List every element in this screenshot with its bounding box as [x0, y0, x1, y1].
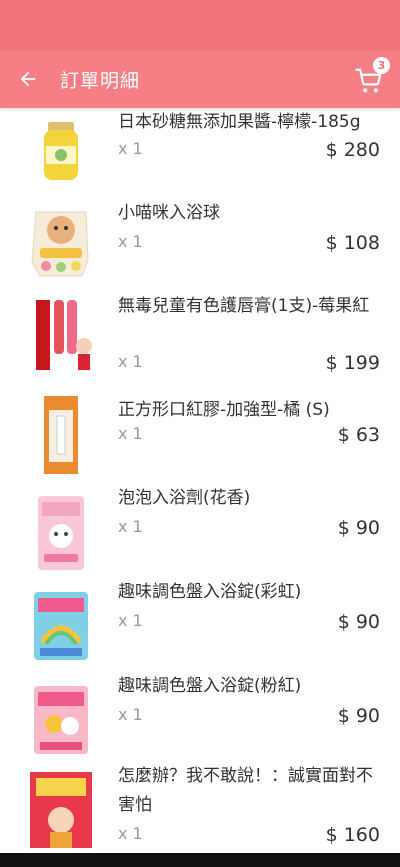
product-name: 怎麼辦？我不敢說！：誠實面對不害怕 — [118, 766, 373, 815]
product-thumbnail — [30, 772, 92, 848]
price: $ 280 — [325, 139, 380, 161]
app-bar: 訂單明細 3 — [0, 50, 400, 108]
list-item[interactable]: 怎麼辦？我不敢說！：誠實面對不害怕 x 1 $ 160 — [0, 766, 400, 867]
product-thumbnail — [34, 592, 88, 660]
cart-count-badge: 3 — [373, 57, 390, 74]
price: $ 63 — [337, 424, 380, 446]
page-title: 訂單明細 — [60, 69, 141, 92]
price: $ 90 — [337, 517, 380, 539]
cart-button[interactable]: 3 — [354, 57, 390, 98]
status-bar — [0, 0, 400, 50]
navigation-bar — [0, 853, 400, 867]
list-item[interactable]: 泡泡入浴劑(花香) x 1 $ 90 — [0, 488, 400, 586]
price: $ 108 — [325, 232, 380, 254]
list-item[interactable]: 趣味調色盤入浴錠(粉紅) x 1 $ 90 — [0, 676, 400, 774]
list-item[interactable]: 小喵咪入浴球 x 1 $ 108 — [0, 200, 400, 294]
product-name: 正方形口紅膠-加強型-橘 (S) — [118, 400, 330, 420]
price: $ 90 — [337, 705, 380, 727]
list-item[interactable]: 日本砂糖無添加果醬-檸檬-185g x 1 $ 280 — [0, 108, 400, 200]
product-thumbnail — [31, 211, 89, 277]
product-name: 日本砂糖無添加果醬-檸檬-185g — [118, 112, 361, 132]
quantity: x 1 — [118, 424, 143, 443]
product-thumbnail — [34, 686, 88, 754]
price: $ 160 — [325, 824, 380, 846]
list-item[interactable]: 無毒兒童有色護唇膏(1支)-莓果紅 x 1 $ 199 — [0, 294, 400, 398]
product-name: 小喵咪入浴球 — [118, 203, 220, 223]
product-name: 無毒兒童有色護唇膏(1支)-莓果紅 — [118, 296, 370, 316]
product-thumbnail — [36, 300, 92, 370]
quantity: x 1 — [118, 232, 143, 251]
product-thumbnail — [44, 396, 78, 474]
quantity: x 1 — [118, 611, 143, 630]
product-name: 趣味調色盤入浴錠(彩虹) — [118, 582, 302, 602]
quantity: x 1 — [118, 352, 143, 371]
product-thumbnail — [44, 122, 78, 180]
product-thumbnail — [38, 496, 84, 570]
back-button[interactable] — [0, 50, 56, 108]
list-item[interactable]: 趣味調色盤入浴錠(彩虹) x 1 $ 90 — [0, 582, 400, 680]
quantity: x 1 — [118, 705, 143, 724]
quantity: x 1 — [118, 139, 143, 158]
quantity: x 1 — [118, 824, 143, 843]
price: $ 199 — [325, 352, 380, 374]
price: $ 90 — [337, 611, 380, 633]
product-name: 泡泡入浴劑(花香) — [118, 488, 251, 508]
list-item[interactable]: 正方形口紅膠-加強型-橘 (S) x 1 $ 63 — [0, 396, 400, 492]
product-name: 趣味調色盤入浴錠(粉紅) — [118, 676, 302, 696]
arrow-left-icon — [20, 71, 36, 87]
order-item-list: 日本砂糖無添加果醬-檸檬-185g x 1 $ 280 小喵咪入浴球 x 1 $… — [0, 108, 400, 867]
quantity: x 1 — [118, 517, 143, 536]
